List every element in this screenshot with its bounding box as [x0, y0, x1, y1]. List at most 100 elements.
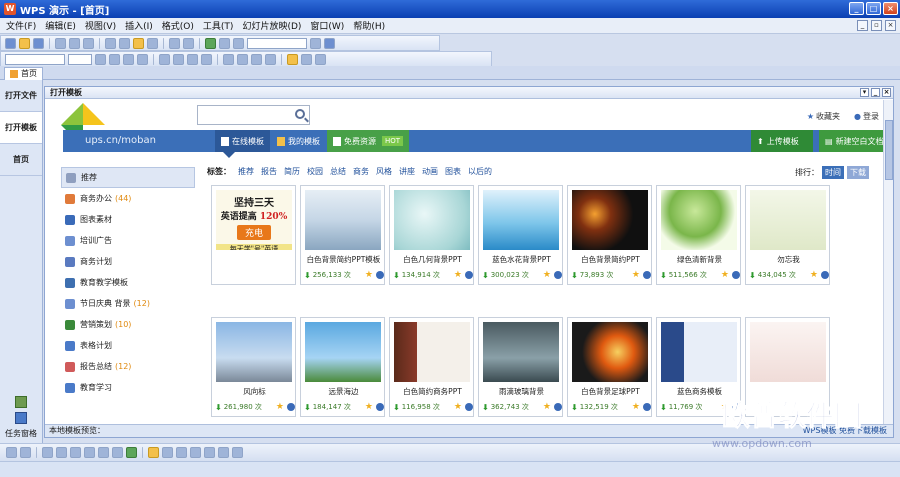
paste-icon[interactable] [133, 37, 144, 49]
new-slide-icon[interactable] [315, 53, 326, 65]
doc-minimize-button[interactable]: _ [857, 20, 868, 31]
align-center-icon[interactable] [173, 53, 184, 65]
login-link[interactable]: ● 登录 [854, 111, 879, 122]
favorite-star-icon[interactable]: ★ [454, 402, 462, 412]
favorite-star-icon[interactable]: ★ [365, 270, 373, 280]
category-item[interactable]: 营销策划 (10) [61, 314, 195, 335]
favorite-star-icon[interactable]: ★ [721, 270, 729, 280]
template-card[interactable]: 坚持三天 英语提高 120% 充电 每天学"号"英语 [211, 185, 296, 285]
panel-close-button[interactable]: × [882, 88, 891, 97]
search-input[interactable] [197, 105, 310, 125]
tag-link[interactable]: 总结 [330, 166, 346, 177]
menu-edit[interactable]: 编辑(E) [45, 19, 76, 32]
tab-my-templates[interactable]: 我的模板 [271, 130, 326, 152]
menu-help[interactable]: 帮助(H) [353, 19, 385, 32]
ad-thumbnail[interactable]: 坚持三天 英语提高 120% 充电 每天学"号"英语 [216, 190, 292, 250]
category-item[interactable]: 表格计划 [61, 335, 195, 356]
favorite-star-icon[interactable]: ★ [810, 270, 818, 280]
fill-color-icon[interactable] [148, 447, 159, 458]
menu-format[interactable]: 格式(O) [162, 19, 194, 32]
template-thumbnail[interactable] [305, 322, 381, 382]
vertical-scrollbar[interactable] [883, 100, 893, 425]
menu-slideshow[interactable]: 幻灯片放映(D) [242, 19, 301, 32]
font-size-combo[interactable] [68, 53, 92, 65]
template-thumbnail[interactable] [661, 322, 737, 382]
shadow-style-icon[interactable] [218, 447, 229, 458]
panel-dropdown-button[interactable]: ▾ [860, 88, 869, 97]
tab-home[interactable]: 首页 [4, 67, 43, 80]
format-painter-icon[interactable] [147, 37, 158, 49]
template-thumbnail[interactable] [394, 190, 470, 250]
print-icon[interactable] [55, 37, 66, 49]
zoom-combo[interactable] [247, 37, 307, 49]
category-item[interactable]: 商务计划 [61, 251, 195, 272]
doc-restore-button[interactable]: ▫ [871, 20, 882, 31]
tab-open-file[interactable]: 打开文件 [0, 80, 42, 112]
share-icon[interactable] [376, 271, 384, 279]
template-card[interactable]: 白色简约商务PPT ⬇ 116,958 次 ★ [389, 317, 474, 417]
sort-by-time-button[interactable]: 时间 [822, 166, 844, 179]
insert-picture-icon[interactable] [219, 37, 230, 49]
share-icon[interactable] [643, 403, 651, 411]
template-card[interactable]: 白色背景简约PPT模板 ⬇ 256,133 次 ★ [300, 185, 385, 285]
favorite-star-icon[interactable]: ★ [276, 402, 284, 412]
share-icon[interactable] [732, 403, 740, 411]
category-item[interactable]: 推荐 [61, 167, 195, 188]
menu-tools[interactable]: 工具(T) [203, 19, 234, 32]
share-icon[interactable] [465, 271, 473, 279]
copy-icon[interactable] [119, 37, 130, 49]
template-thumbnail[interactable] [572, 190, 648, 250]
tag-link[interactable]: 动画 [422, 166, 438, 177]
category-item[interactable]: 图表素材 [61, 209, 195, 230]
insert-chart-icon[interactable] [233, 37, 244, 49]
template-card[interactable]: 蓝色水花背景PPT ⬇ 300,023 次 ★ [478, 185, 563, 285]
favorite-star-icon[interactable]: ★ [543, 270, 551, 280]
favorite-star-icon[interactable]: ★ [365, 402, 373, 412]
new-icon[interactable] [5, 37, 16, 49]
template-card[interactable]: 勿忘我 ⬇ 434,045 次 ★ [745, 185, 830, 285]
close-button[interactable]: × [883, 2, 898, 15]
template-thumbnail[interactable] [661, 190, 737, 250]
numbering-icon[interactable] [223, 53, 234, 65]
share-icon[interactable] [554, 271, 562, 279]
line-color-icon[interactable] [162, 447, 173, 458]
draw-menu-icon[interactable] [6, 447, 17, 458]
spellcheck-icon[interactable] [83, 37, 94, 49]
template-thumbnail[interactable] [483, 190, 559, 250]
template-card[interactable]: 绿色清新背景 ⬇ 511,566 次 ★ [656, 185, 741, 285]
insert-table-icon[interactable] [205, 37, 216, 49]
category-item[interactable]: 教育学习 [61, 377, 195, 398]
tag-link[interactable]: 推荐 [238, 166, 254, 177]
share-icon[interactable] [732, 271, 740, 279]
tab-free-resources[interactable]: 免费资源 HOT [327, 130, 410, 152]
underline-icon[interactable] [123, 53, 134, 65]
undo-icon[interactable] [169, 37, 180, 49]
favorite-star-icon[interactable]: ★ [454, 270, 462, 280]
favorite-star-icon[interactable]: ★ [632, 270, 640, 280]
tag-link[interactable]: 校园 [307, 166, 323, 177]
tag-link[interactable]: 以后的 [468, 166, 492, 177]
favorites-link[interactable]: ★ 收藏夹 [807, 111, 840, 122]
menu-insert[interactable]: 插入(I) [125, 19, 153, 32]
3d-style-icon[interactable] [232, 447, 243, 458]
increase-font-icon[interactable] [251, 53, 262, 65]
maximize-button[interactable]: □ [866, 2, 881, 15]
template-card[interactable]: 蓝色商务模板 ⬇ 11,769 次 ★ [656, 317, 741, 417]
favorite-star-icon[interactable]: ★ [632, 402, 640, 412]
tab-home-page[interactable]: 首页 [0, 144, 42, 176]
redo-icon[interactable] [183, 37, 194, 49]
template-card[interactable]: 雨滴玻璃背景 ⬇ 362,743 次 ★ [478, 317, 563, 417]
template-thumbnail[interactable] [216, 322, 292, 382]
template-thumbnail[interactable] [483, 322, 559, 382]
tab-online-templates[interactable]: 在线模板 [215, 130, 270, 152]
template-thumbnail[interactable] [305, 190, 381, 250]
share-icon[interactable] [554, 403, 562, 411]
tab-open-template[interactable]: 打开模板 [0, 112, 42, 144]
category-item[interactable]: 报告总结 (12) [61, 356, 195, 377]
template-thumbnail[interactable] [750, 190, 826, 250]
category-item[interactable]: 商务办公 (44) [61, 188, 195, 209]
textbox-icon[interactable] [112, 447, 123, 458]
template-thumbnail[interactable] [394, 322, 470, 382]
free-download-link[interactable]: WPS模板 免费下载模板 [803, 425, 887, 437]
cut-icon[interactable] [105, 37, 116, 49]
